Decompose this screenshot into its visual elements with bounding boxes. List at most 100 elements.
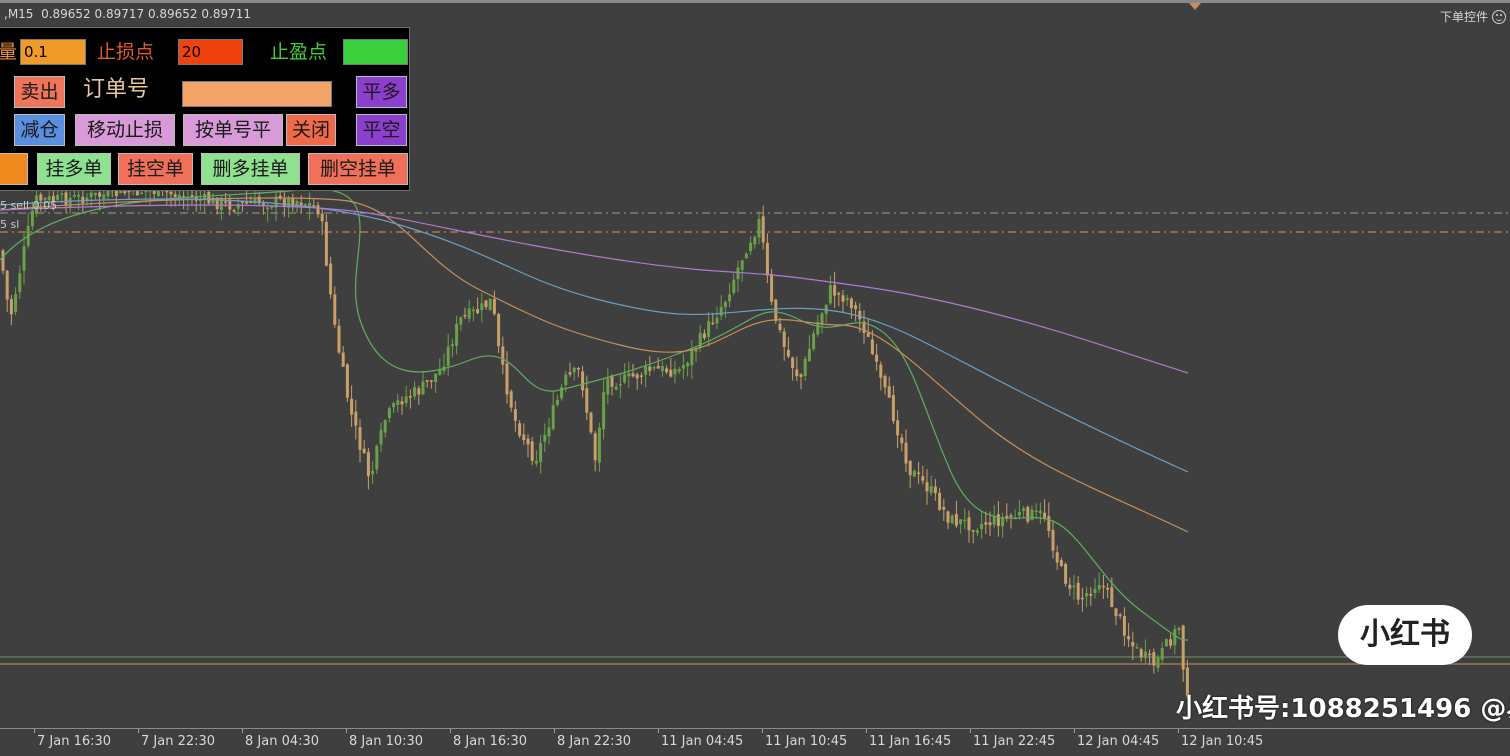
candle-body [980, 523, 984, 529]
candle-body [497, 314, 501, 347]
candle-body [1093, 589, 1097, 593]
pending-short-button[interactable]: 挂空单 [118, 153, 193, 185]
stop-loss-label: 止损点 [97, 41, 155, 63]
candle-body [480, 303, 484, 311]
candle-body [879, 364, 883, 378]
candle-body [652, 367, 656, 369]
candle-body [324, 221, 328, 266]
candle-body [917, 472, 921, 474]
candle-body [543, 434, 547, 442]
order-number-input[interactable] [182, 81, 332, 107]
candle-body [669, 369, 673, 377]
candle-body [1131, 641, 1135, 647]
candle-body [833, 285, 837, 296]
time-axis-tick [762, 729, 763, 733]
candle-body [484, 300, 488, 308]
candle-body [354, 411, 358, 426]
time-axis-tick [34, 729, 35, 733]
reduce-position-button[interactable]: 减仓 [14, 114, 65, 146]
candle-body [753, 236, 757, 245]
candle-body [740, 260, 744, 270]
candle-body [18, 273, 22, 293]
candle-body [959, 519, 963, 524]
time-axis-tick [138, 729, 139, 733]
candle-body [1026, 506, 1030, 522]
candle-body [795, 369, 799, 377]
candle-body [1122, 615, 1126, 636]
candle-body [1097, 584, 1101, 590]
time-axis-tick [450, 729, 451, 733]
candle-body [908, 460, 912, 476]
moving-average-longest [0, 204, 1189, 374]
candle-body [299, 202, 303, 206]
candle-body [711, 322, 715, 325]
candle-body [875, 354, 879, 362]
close-short-button[interactable]: 平空 [356, 114, 407, 146]
candle-body [786, 349, 790, 357]
candle-body [1173, 629, 1177, 646]
pending-long-button[interactable]: 挂多单 [37, 153, 111, 185]
candle-body [1139, 649, 1143, 658]
candle-body [1152, 652, 1156, 666]
panel-toggle[interactable]: 下单控件 [1440, 8, 1506, 25]
candle-body [1055, 552, 1059, 563]
candle-body [673, 368, 677, 375]
candle-body [266, 207, 270, 210]
candle-body [1114, 608, 1118, 617]
panel-toggle-label[interactable]: 下单控件 [1440, 8, 1488, 25]
sell-button[interactable]: 卖出 [14, 76, 65, 108]
candle-body [555, 399, 559, 405]
candle-body [841, 295, 845, 302]
candle-body [866, 332, 870, 337]
candle-body [413, 387, 417, 397]
candle-body [392, 403, 396, 408]
candle-body [1143, 651, 1147, 659]
time-axis-tick [554, 729, 555, 733]
stop-loss-input[interactable]: 20 [178, 39, 243, 65]
candle-body [408, 395, 412, 398]
delete-pending-long-button[interactable]: 删多挂单 [201, 153, 300, 185]
moving-average-slow [0, 198, 1189, 473]
time-axis-label: 8 Jan 22:30 [557, 734, 632, 749]
candle-body [883, 376, 887, 388]
candle-body [1135, 647, 1139, 649]
candle-body [1169, 639, 1173, 646]
candle-body [984, 522, 988, 525]
candle-body [660, 366, 664, 372]
candle-body [303, 204, 307, 206]
candle-body [64, 192, 68, 206]
close-button[interactable]: 关闭 [286, 114, 336, 146]
sl-line-label: 5 sl [0, 218, 20, 231]
trailing-stop-button[interactable]: 移动止损 [75, 114, 175, 146]
close-long-button[interactable]: 平多 [356, 76, 407, 108]
candle-body [870, 339, 874, 355]
time-axis-label: 7 Jan 22:30 [141, 734, 216, 749]
lot-label: 量 [0, 41, 18, 63]
buy-button-partial[interactable] [0, 153, 28, 185]
candle-body [471, 309, 475, 312]
delete-pending-short-button[interactable]: 删空挂单 [308, 153, 408, 185]
candle-body [1127, 636, 1131, 640]
candle-body [631, 373, 635, 377]
candle-body [728, 294, 732, 302]
candle-body [1089, 593, 1093, 596]
candle-body [568, 372, 572, 375]
candle-body [459, 317, 463, 325]
smiley-icon [1492, 9, 1506, 24]
candle-body [610, 375, 614, 387]
candle-body [778, 323, 782, 331]
candle-body [820, 313, 824, 325]
lot-input[interactable]: 0.1 [20, 39, 86, 65]
trade-line-label: 5 sell 0.05 [0, 199, 58, 212]
candle-body [942, 506, 946, 510]
close-by-ticket-button[interactable]: 按单号平 [183, 114, 283, 146]
candle-body [690, 349, 694, 366]
candle-body [904, 442, 908, 464]
candle-body [791, 357, 795, 369]
candle-body [14, 294, 18, 312]
candle-body [900, 437, 904, 444]
candle-body [1072, 585, 1076, 588]
candle-body [1, 250, 5, 271]
take-profit-input[interactable] [343, 39, 408, 65]
candle-body [1085, 593, 1089, 597]
